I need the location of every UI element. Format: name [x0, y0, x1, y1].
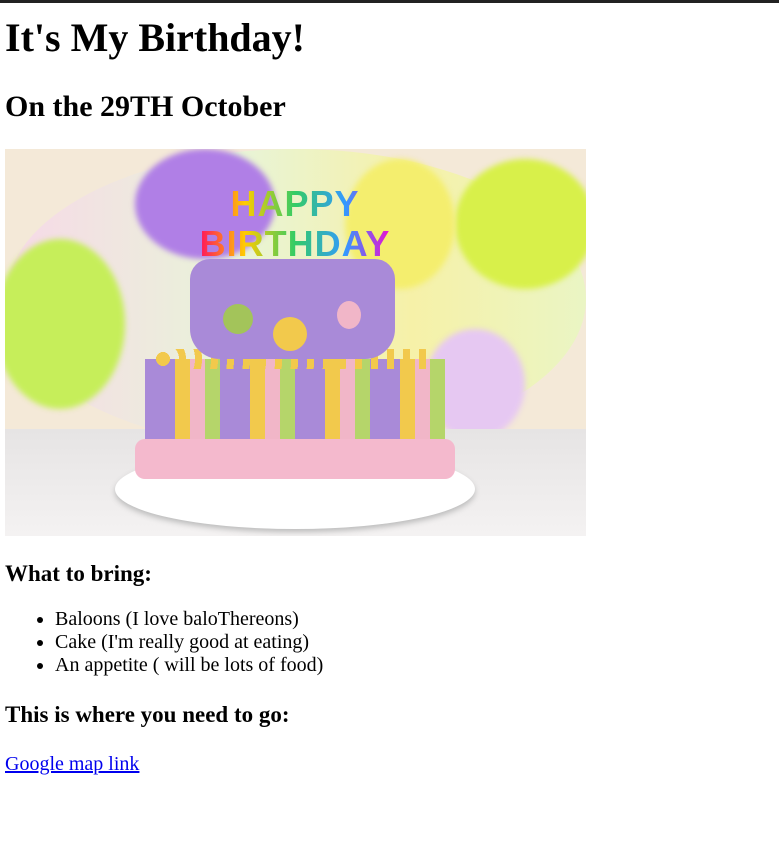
cake-text: HAPPY BIRTHDAY — [195, 184, 395, 264]
birthday-cake-image: HAPPY BIRTHDAY — [5, 149, 586, 536]
list-item: Cake (I'm really good at eating) — [55, 631, 774, 654]
bring-list: Baloons (I love baloThereons) Cake (I'm … — [5, 608, 774, 677]
bring-heading: What to bring: — [5, 561, 152, 586]
google-map-link[interactable]: Google map link — [5, 753, 139, 775]
list-item: Baloons (I love baloThereons) — [55, 608, 774, 631]
list-item: An appetite ( will be lots of food) — [55, 654, 774, 677]
location-heading: This is where you need to go: — [5, 702, 290, 727]
date-subtitle: On the 29TH October — [5, 90, 286, 123]
page-title: It's My Birthday! — [5, 15, 305, 60]
